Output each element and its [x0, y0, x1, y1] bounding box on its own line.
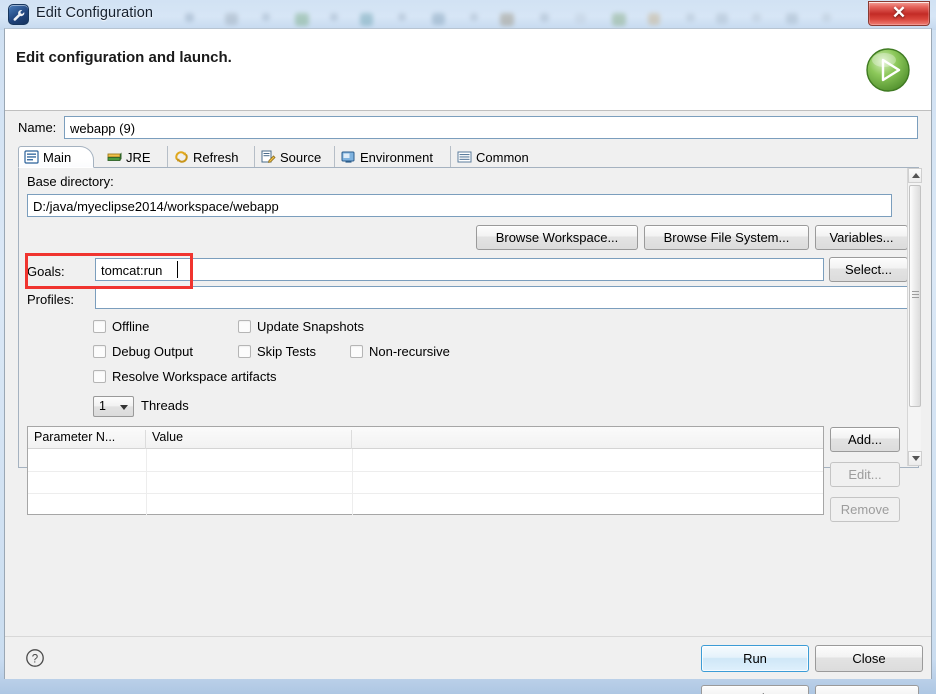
column-header-parameter-name[interactable]: Parameter N... — [28, 430, 146, 449]
table-row — [28, 493, 823, 494]
threads-dropdown[interactable]: 1 — [93, 396, 134, 417]
tab-label: Refresh — [193, 149, 239, 165]
edit-parameter-button: Edit... — [830, 462, 900, 487]
select-goals-button[interactable]: Select... — [829, 257, 908, 282]
scrollbar-grip-icon — [912, 291, 919, 292]
goals-input[interactable] — [95, 258, 824, 281]
dialog-banner: Edit configuration and launch. — [5, 29, 931, 111]
configuration-name-row: Name: — [18, 116, 918, 140]
configuration-name-input[interactable] — [64, 116, 918, 139]
tab-label: Main — [43, 149, 72, 165]
threads-label: Threads — [141, 398, 189, 413]
checkbox-label: Debug Output — [112, 344, 193, 359]
checkbox-debug-output[interactable]: Debug Output — [93, 344, 193, 359]
text-caret — [177, 261, 178, 278]
tab-common[interactable]: Common — [452, 146, 546, 168]
column-header-value[interactable]: Value — [146, 430, 352, 449]
browse-file-system-button[interactable]: Browse File System... — [644, 225, 809, 250]
svg-text:?: ? — [32, 653, 38, 665]
tab-source[interactable]: Source — [256, 146, 335, 168]
checkbox-resolve-workspace-artifacts[interactable]: Resolve Workspace artifacts — [93, 369, 277, 384]
tab-label: Common — [476, 149, 529, 165]
table-gridline — [146, 449, 147, 515]
refresh-arrows-icon — [174, 150, 189, 164]
checkbox-box[interactable] — [350, 345, 363, 358]
environment-monitor-icon — [341, 150, 356, 164]
close-dialog-button[interactable]: Close — [815, 645, 923, 672]
wrench-config-icon — [8, 4, 29, 25]
remove-parameter-button: Remove — [830, 497, 900, 522]
checkbox-box[interactable] — [238, 320, 251, 333]
parameter-table-header: Parameter N... Value — [28, 427, 823, 449]
green-run-play-icon — [862, 44, 914, 96]
goals-label: Goals: — [27, 264, 65, 279]
column-header-blank[interactable] — [352, 430, 823, 449]
checkbox-label: Skip Tests — [257, 344, 317, 359]
checkbox-box[interactable] — [238, 345, 251, 358]
tab-label: Environment — [360, 149, 433, 165]
window-title: Edit Configuration — [36, 5, 154, 21]
add-parameter-button[interactable]: Add... — [830, 427, 900, 452]
name-label: Name: — [18, 120, 57, 135]
source-pencil-icon — [261, 150, 276, 164]
checkbox-box[interactable] — [93, 320, 106, 333]
question-mark-help-icon[interactable]: ? — [25, 648, 45, 668]
table-row — [28, 471, 823, 472]
base-directory-input[interactable] — [27, 194, 892, 217]
main-tab-content: Base directory: Browse Workspace... Brow… — [18, 168, 922, 522]
tab-label: Source — [280, 149, 322, 165]
window-close-button[interactable]: ✕ — [868, 1, 930, 26]
checkbox-update-snapshots[interactable]: Update Snapshots — [238, 319, 364, 334]
checkbox-non-recursive[interactable]: Non-recursive — [350, 344, 450, 359]
tab-label: JRE — [126, 149, 151, 165]
dialog-bottom-bar: ? Run Close — [5, 636, 931, 679]
edit-configuration-window: Edit Configuration ✕ Edit configuration … — [0, 0, 936, 694]
apply-button[interactable]: Apply — [701, 685, 809, 694]
variables-button[interactable]: Variables... — [815, 225, 908, 250]
content-vertical-scrollbar[interactable] — [907, 168, 922, 466]
checkbox-box[interactable] — [93, 345, 106, 358]
common-list-icon — [457, 150, 472, 164]
checkbox-label: Offline — [112, 319, 150, 334]
jre-books-icon — [107, 150, 122, 164]
tab-environment[interactable]: Environment — [336, 146, 451, 168]
dialog-body: Edit configuration and launch. Name: web… — [4, 28, 932, 694]
threads-value: 1 — [99, 399, 106, 413]
tab-refresh[interactable]: Refresh — [169, 146, 255, 168]
scroll-up-arrow-icon[interactable] — [908, 168, 922, 183]
checkbox-offline[interactable]: Offline — [93, 319, 149, 334]
checkbox-box[interactable] — [93, 370, 106, 383]
checkbox-skip-tests[interactable]: Skip Tests — [238, 344, 316, 359]
checkbox-label: Non-recursive — [369, 344, 450, 359]
checkbox-label: Resolve Workspace artifacts — [112, 369, 277, 384]
browse-workspace-button[interactable]: Browse Workspace... — [476, 225, 638, 250]
parameter-table[interactable]: Parameter N... Value — [27, 426, 824, 515]
main-panel: Name: Main — [5, 112, 931, 694]
base-directory-label: Base directory: — [27, 174, 114, 189]
scroll-down-arrow-icon[interactable] — [908, 451, 922, 466]
tab-jre[interactable]: JRE — [102, 146, 168, 168]
scrollbar-thumb[interactable] — [909, 185, 921, 407]
tab-main[interactable]: Main — [18, 146, 94, 168]
close-icon: ✕ — [891, 3, 907, 22]
banner-title: Edit configuration and launch. — [16, 49, 232, 66]
window-titlebar[interactable]: Edit Configuration ✕ — [0, 0, 936, 30]
revert-button[interactable]: Revert — [815, 685, 919, 694]
main-document-icon — [24, 150, 39, 164]
table-gridline — [352, 449, 353, 515]
tab-bar: Main JRE Refresh Source Environment Comm… — [18, 146, 919, 168]
profiles-label: Profiles: — [27, 292, 74, 307]
profiles-input[interactable] — [95, 286, 908, 309]
run-button[interactable]: Run — [701, 645, 809, 672]
chevron-down-icon — [120, 405, 128, 410]
checkbox-label: Update Snapshots — [257, 319, 364, 334]
